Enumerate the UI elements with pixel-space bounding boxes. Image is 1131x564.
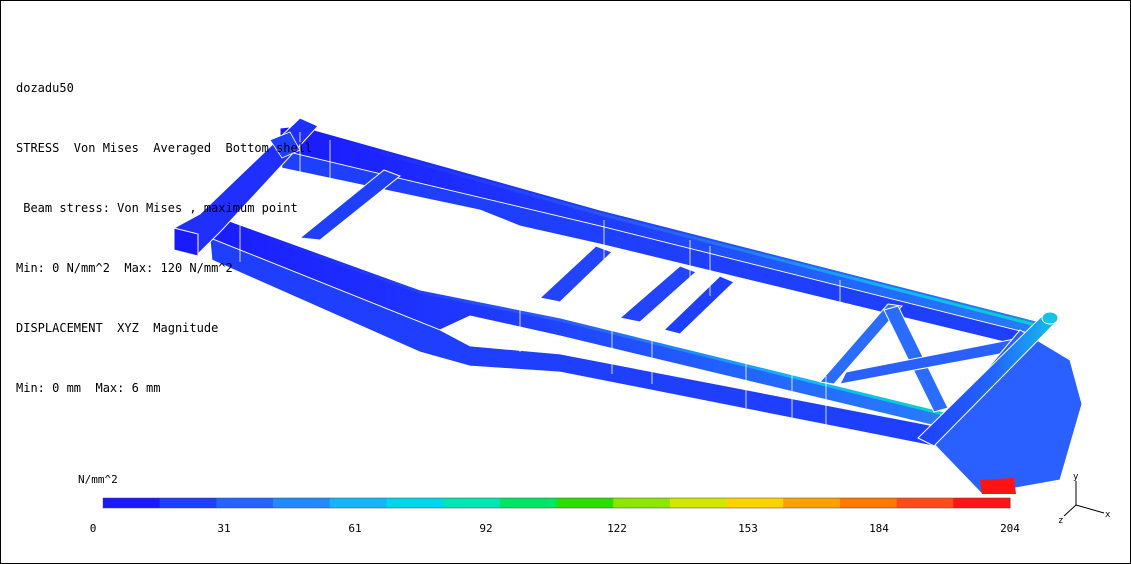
x-axis-line xyxy=(1075,504,1105,514)
x-axis-label: x xyxy=(1105,510,1111,520)
z-axis-label: z xyxy=(1058,516,1063,526)
y-axis-label: y xyxy=(1073,472,1079,482)
z-axis-line xyxy=(1063,504,1077,517)
axis-triad: y x z xyxy=(1058,472,1111,526)
